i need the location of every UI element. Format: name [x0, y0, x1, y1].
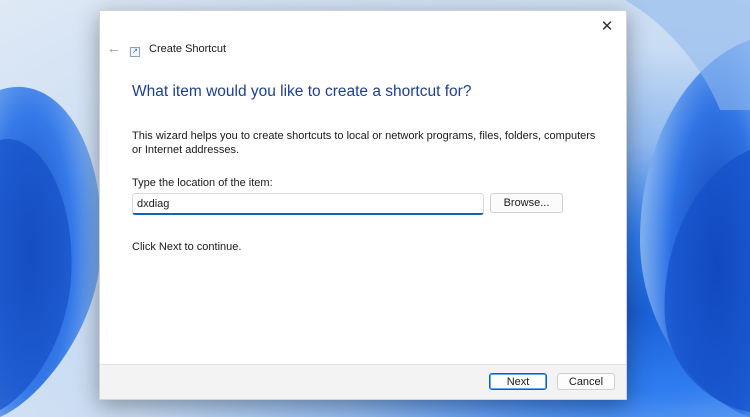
shortcut-icon: ↗ [130, 47, 140, 57]
location-label: Type the location of the item: [132, 177, 273, 189]
back-button[interactable]: ← [105, 39, 123, 57]
close-icon: ✕ [600, 18, 614, 35]
cancel-button[interactable]: Cancel [557, 373, 615, 390]
wizard-heading: What item would you like to create a sho… [132, 83, 472, 100]
close-button[interactable]: ✕ [596, 15, 618, 37]
arrow-left-icon: ← [106, 39, 122, 57]
dialog-footer: Next Cancel [100, 364, 626, 399]
next-button[interactable]: Next [489, 373, 547, 390]
wizard-description: This wizard helps you to create shortcut… [132, 130, 596, 156]
dialog-title: Create Shortcut [149, 43, 227, 55]
continue-hint: Click Next to continue. [132, 241, 242, 253]
location-input[interactable] [132, 193, 484, 215]
create-shortcut-dialog: ✕ ← ↗ Create Shortcut What item would yo… [99, 10, 627, 400]
browse-button[interactable]: Browse... [490, 193, 563, 213]
